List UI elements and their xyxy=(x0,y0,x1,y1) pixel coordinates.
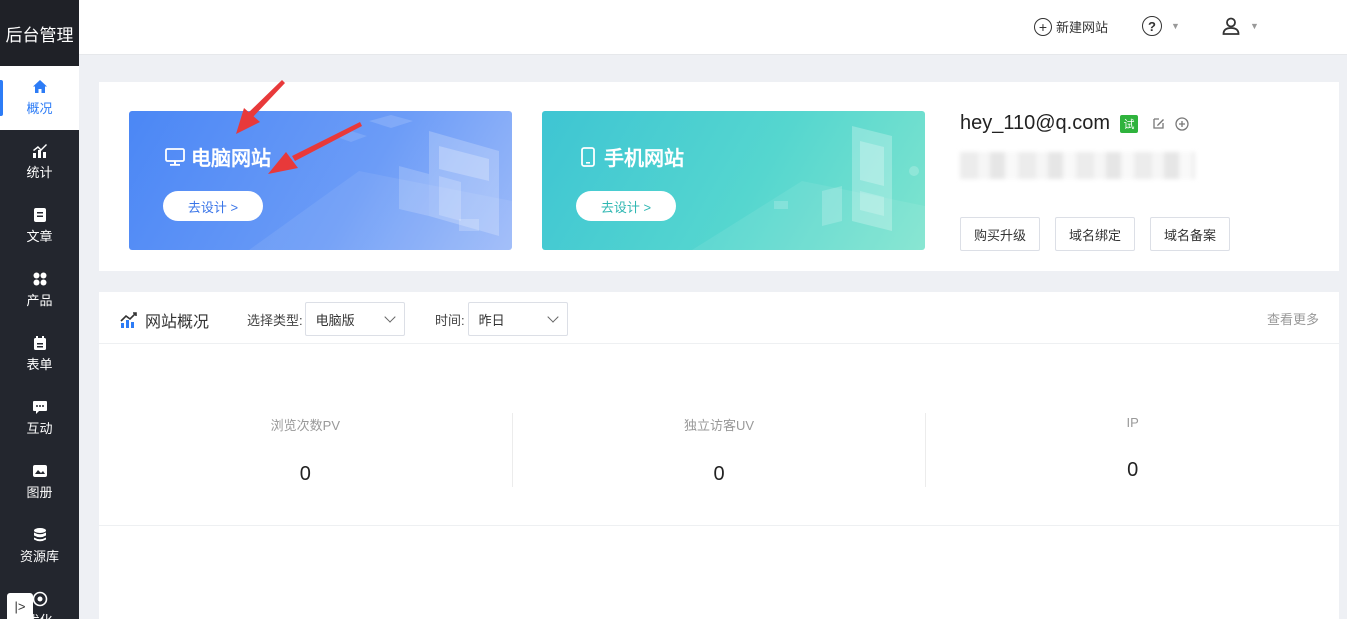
caret-down-icon: ▼ xyxy=(1171,21,1180,31)
trial-badge: 试 xyxy=(1120,115,1138,133)
view-more-link[interactable]: 查看更多 xyxy=(1267,309,1319,328)
site-cards-panel: 电脑网站 去设计 > 手机网站 去设计 > hey_110@q.com 试 xyxy=(99,82,1339,271)
sidebar-item-label: 产品 xyxy=(26,290,52,309)
mobile-design-button[interactable]: 去设计 > xyxy=(576,191,676,221)
sidebar-item-stats[interactable]: 统计 xyxy=(0,130,79,194)
chart-icon xyxy=(32,143,48,159)
monitor-icon xyxy=(164,146,186,168)
chevron-down-icon xyxy=(547,311,558,322)
overview-title: 网站概况 xyxy=(145,308,209,332)
help-menu[interactable]: ? ▼ xyxy=(1142,16,1180,36)
upgrade-button[interactable]: 购买升级 xyxy=(960,217,1040,251)
divider xyxy=(99,525,1339,526)
time-select-value: 昨日 xyxy=(479,310,505,329)
sidebar-collapse-button[interactable]: |> xyxy=(7,593,33,619)
type-select-value: 电脑版 xyxy=(316,310,355,329)
sidebar-item-label: 资源库 xyxy=(20,546,59,565)
site-overview-panel: 网站概况 选择类型: 电脑版 时间: 昨日 查看更多 浏览次数PV 0 独立访客… xyxy=(99,292,1339,619)
stats-row: 浏览次数PV 0 独立访客UV 0 IP 0 xyxy=(99,413,1339,487)
pc-illustration xyxy=(129,111,512,250)
sidebar-item-label: 互动 xyxy=(26,418,52,437)
account-info: hey_110@q.com 试 购买升级 域名绑定 域名备案 xyxy=(960,112,1195,179)
stat-pv: 浏览次数PV 0 xyxy=(99,413,513,487)
brand-title: 后台管理 xyxy=(0,0,79,66)
stat-value: 0 xyxy=(513,463,926,486)
type-filter-label: 选择类型: xyxy=(247,310,303,329)
stat-label: IP xyxy=(926,415,1339,430)
top-header: + 新建网站 ? ▼ ▼ xyxy=(79,0,1347,55)
album-icon xyxy=(32,463,48,479)
caret-down-icon: ▼ xyxy=(1250,21,1259,31)
sidebar-item-articles[interactable]: 文章 xyxy=(0,194,79,258)
domain-bind-button[interactable]: 域名绑定 xyxy=(1055,217,1135,251)
mobile-site-title: 手机网站 xyxy=(604,142,684,171)
time-select[interactable]: 昨日 xyxy=(468,302,568,336)
plus-circle-icon: + xyxy=(1034,18,1052,36)
sidebar-item-resources[interactable]: 资源库 xyxy=(0,514,79,578)
type-select[interactable]: 电脑版 xyxy=(305,302,405,336)
stat-uv: 独立访客UV 0 xyxy=(513,413,927,487)
sidebar-item-products[interactable]: 产品 xyxy=(0,258,79,322)
pc-site-title: 电脑网站 xyxy=(191,142,271,171)
stat-label: 浏览次数PV xyxy=(99,415,512,434)
blurred-domain-info xyxy=(960,152,1195,179)
account-email: hey_110@q.com xyxy=(960,112,1110,135)
chevron-down-icon xyxy=(384,311,395,322)
user-icon xyxy=(1221,16,1241,36)
stat-value: 0 xyxy=(99,463,512,486)
sidebar-item-label: 文章 xyxy=(26,226,52,245)
sidebar-item-label: 图册 xyxy=(26,482,52,501)
target-icon xyxy=(32,591,48,607)
chat-icon xyxy=(32,399,48,415)
database-icon xyxy=(32,527,48,543)
grid-icon xyxy=(32,271,48,287)
user-menu[interactable]: ▼ xyxy=(1221,16,1259,36)
new-site-button[interactable]: + 新建网站 xyxy=(1034,17,1108,36)
article-icon xyxy=(32,207,48,223)
stat-value: 0 xyxy=(926,459,1339,482)
domain-filing-button[interactable]: 域名备案 xyxy=(1150,217,1230,251)
edit-icon[interactable] xyxy=(1150,116,1166,132)
time-filter-label: 时间: xyxy=(435,310,465,329)
stat-label: 独立访客UV xyxy=(513,415,926,434)
question-icon: ? xyxy=(1142,16,1162,36)
sidebar-item-label: 表单 xyxy=(26,354,52,373)
phone-icon xyxy=(577,146,599,168)
sidebar-item-label: 概况 xyxy=(26,98,52,117)
sidebar-item-interaction[interactable]: 互动 xyxy=(0,386,79,450)
overview-header: 网站概况 选择类型: 电脑版 时间: 昨日 查看更多 xyxy=(99,292,1339,344)
pc-site-banner[interactable]: 电脑网站 去设计 > xyxy=(129,111,512,250)
form-icon xyxy=(32,335,48,351)
pc-design-button[interactable]: 去设计 > xyxy=(163,191,263,221)
home-icon xyxy=(32,79,48,95)
sidebar-item-label: 统计 xyxy=(26,162,52,181)
trend-chart-icon xyxy=(119,310,139,330)
stat-ip: IP 0 xyxy=(926,413,1339,487)
add-circle-icon[interactable] xyxy=(1174,116,1190,132)
new-site-label: 新建网站 xyxy=(1056,17,1108,36)
sidebar-item-forms[interactable]: 表单 xyxy=(0,322,79,386)
sidebar-item-album[interactable]: 图册 xyxy=(0,450,79,514)
sidebar: 后台管理 概况 统计 文章 产品 表单 互动 图册 资源库 优化 |> xyxy=(0,0,79,619)
mobile-illustration xyxy=(542,111,925,250)
mobile-site-banner[interactable]: 手机网站 去设计 > xyxy=(542,111,925,250)
sidebar-item-overview[interactable]: 概况 xyxy=(0,66,79,130)
